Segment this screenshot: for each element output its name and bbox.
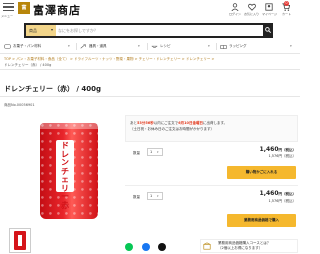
package-icon (203, 242, 211, 250)
countdown: 53分56秒 (137, 121, 154, 125)
breadcrumb-item[interactable]: チェリー・ドレンチェリー (139, 57, 181, 61)
page-title: ドレンチェリー（赤） / 400g (4, 85, 102, 93)
wrapping-icon (220, 45, 227, 49)
search-input[interactable] (58, 25, 261, 36)
chevron-down-icon: ▾ (290, 44, 292, 48)
bag-seal (40, 123, 98, 129)
category-recipe[interactable]: レシピ (160, 44, 171, 49)
price: 1,460円（税込） (259, 146, 296, 153)
divider (76, 43, 77, 50)
divider (147, 43, 148, 50)
recipe-icon (151, 45, 158, 48)
price-tax-excluded: 1,576円（税込） (268, 199, 296, 203)
add-to-cart-button[interactable]: 購い物かごに入れる (227, 166, 296, 179)
logo[interactable]: 富澤商店 (33, 2, 81, 18)
quantity-select[interactable]: 1 (147, 192, 163, 200)
search-icon (265, 27, 271, 33)
breadcrumb-item[interactable]: ドレンチェリー (186, 57, 211, 61)
login-label: ログイン (229, 12, 242, 16)
quantity-label: 数量 (133, 195, 140, 199)
breadcrumb-item[interactable]: TOP (4, 57, 11, 61)
thumbnail-label (18, 235, 22, 246)
product-number: 商品No.00056901 (4, 103, 35, 107)
mypage-label: マイページ (262, 12, 277, 16)
menu-label: メニュー (1, 14, 14, 18)
category-tools[interactable]: 器具・道具 (89, 44, 107, 49)
logo-mark[interactable]: 富 (18, 2, 30, 14)
divider (125, 185, 298, 186)
divider (216, 43, 217, 50)
chevron-down-icon: ▾ (138, 44, 140, 48)
login-icon[interactable] (231, 3, 239, 11)
price: 1,460円（税込） (259, 190, 296, 197)
price-tax-excluded: 1,576円（税込） (268, 154, 296, 158)
breadcrumb-item[interactable]: ドライフルーツ・ナッツ・野菜・果物 (74, 57, 133, 61)
menu-icon[interactable] (3, 3, 14, 13)
chevron-down-icon: ▾ (51, 27, 54, 32)
category-wrapping[interactable]: ラッピング (229, 44, 247, 49)
bulk-course-text: 業務用商品価格購入コースとは？ （2個以上お得になります） (218, 241, 271, 250)
chevron-down-icon: ▾ (68, 44, 70, 48)
tools-icon (80, 44, 86, 49)
mypage-icon[interactable] (265, 3, 273, 11)
cart-count-badge: 0 (284, 1, 289, 6)
divider (0, 69, 300, 70)
facebook-icon[interactable] (142, 243, 150, 251)
favorite-icon[interactable] (248, 3, 256, 11)
bulk-purchase-button[interactable]: 業務用商品価格で購入 (227, 214, 296, 227)
bag-label-text: ドレンチェリー赤 (61, 141, 69, 210)
ship-date: 6月10日 (178, 121, 193, 125)
search-button[interactable] (263, 23, 273, 38)
ingredients-icon (4, 44, 11, 49)
favorite-label: お気に入り (244, 12, 260, 16)
chevron-down-icon: ▾ (157, 150, 159, 154)
category-ingredients[interactable]: お菓子・パン材料 (13, 44, 41, 49)
breadcrumb-current: ドレンチェリー（赤） / 400g (4, 63, 52, 67)
quantity-select[interactable]: 1 (147, 148, 163, 156)
quantity-label: 数量 (133, 151, 140, 155)
breadcrumb-item[interactable]: パン・お菓子材料・食品（全て） (16, 57, 69, 61)
line-icon[interactable] (125, 243, 133, 251)
x-icon[interactable] (158, 243, 166, 251)
shipping-notice-text: あと53分56秒以内にご注文で6月10日金曜日に出荷します。 （土日祝・お休み日… (130, 121, 228, 131)
divider (0, 96, 300, 97)
category-bar (0, 40, 300, 54)
chevron-down-icon: ▾ (157, 194, 159, 198)
cart-label: カート (282, 12, 292, 16)
breadcrumb: TOP > パン・お菓子材料・食品（全て） > ドライフルーツ・ナッツ・野菜・果… (4, 57, 215, 61)
chevron-down-icon: ▾ (208, 44, 210, 48)
